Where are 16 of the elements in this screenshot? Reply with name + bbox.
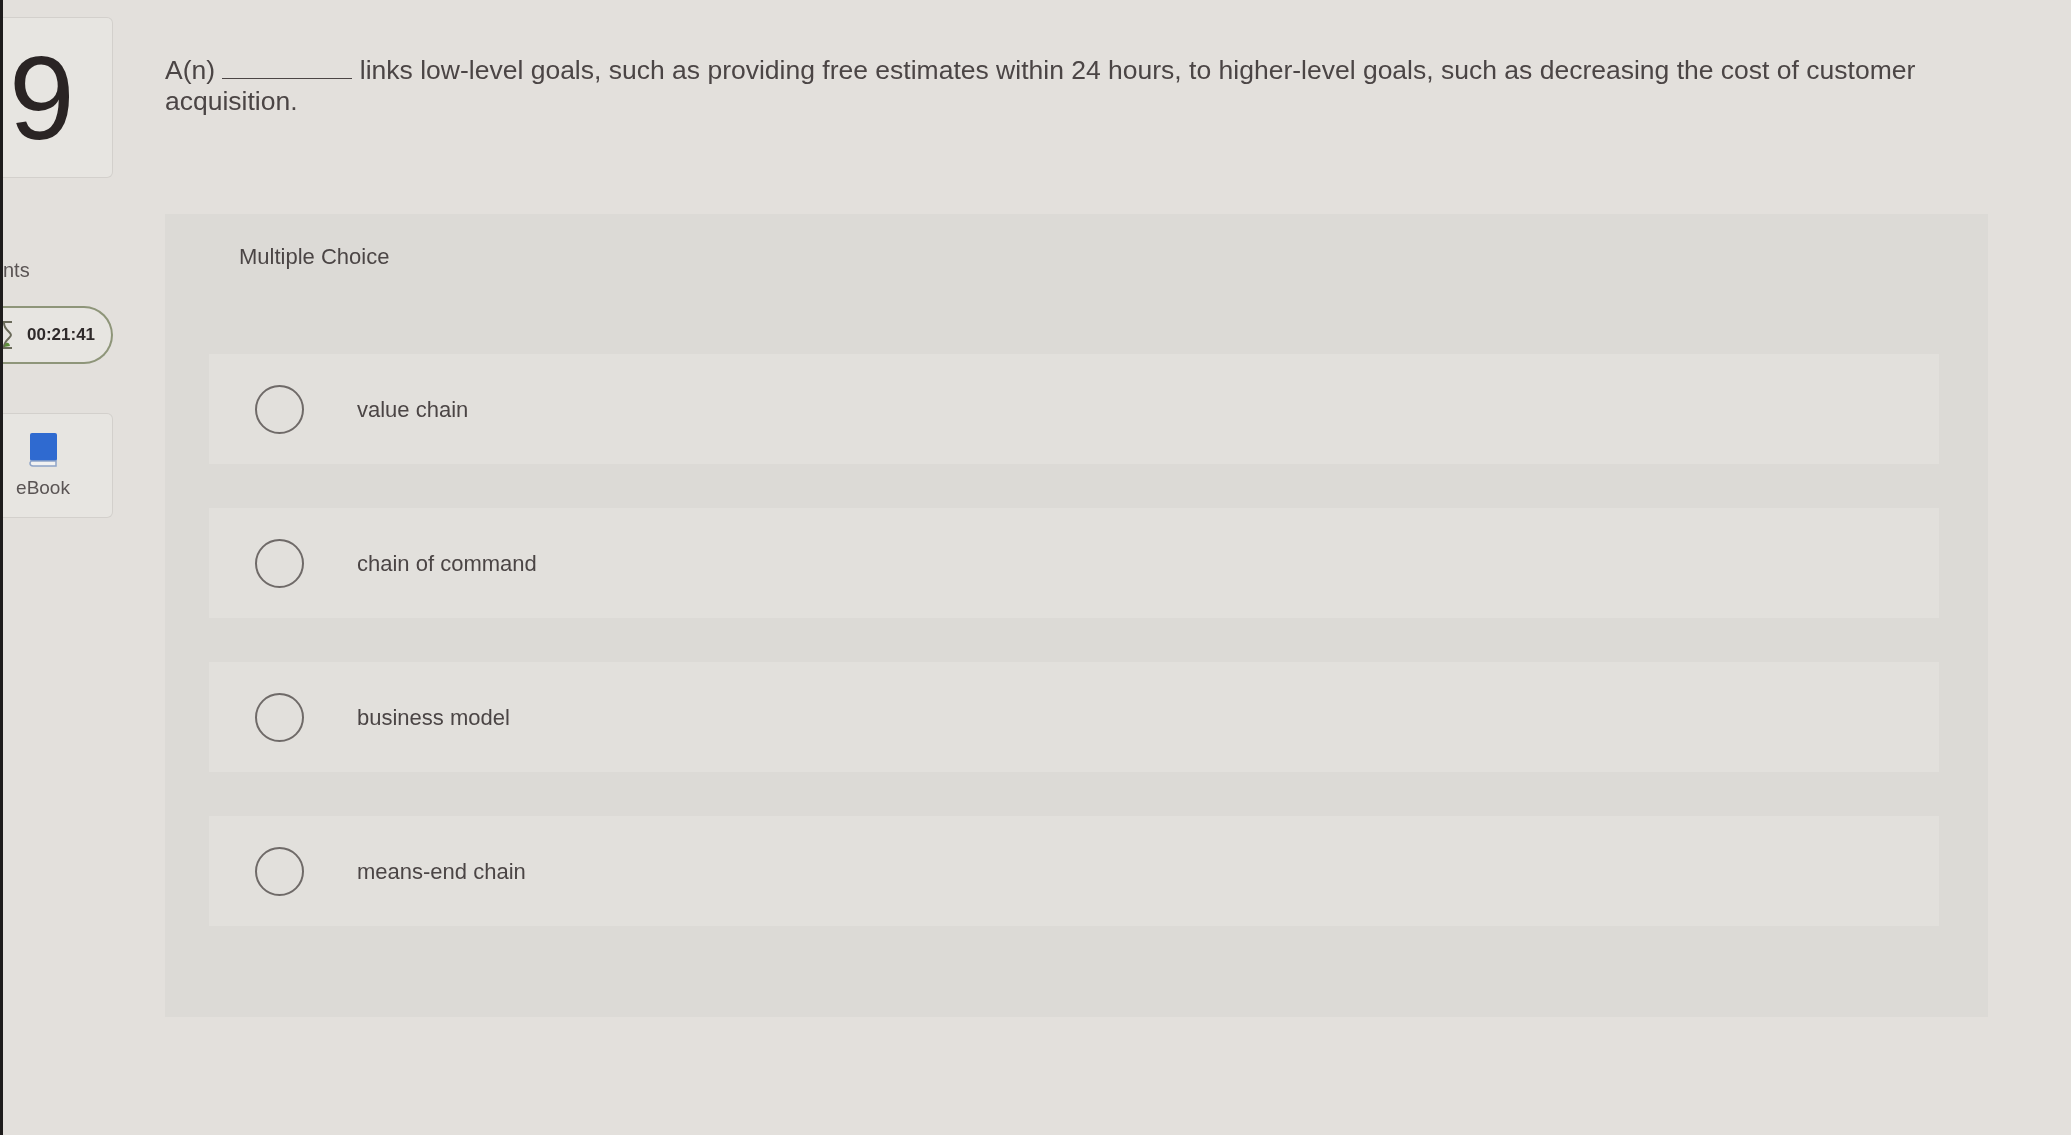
radio-button[interactable] [255, 384, 304, 434]
hourglass-icon [3, 320, 13, 350]
question-text: A(n) links low-level goals, such as providing free estimates within 24 hours, to higher-level goals, such as decreasing the cost of customer acquisition. [165, 55, 1917, 117]
radio-button[interactable] [255, 538, 304, 588]
radio-button[interactable] [255, 692, 304, 742]
timer-button[interactable]: 00:21:41 [3, 306, 113, 364]
answer-option[interactable]: chain of command [209, 508, 1939, 618]
answer-option[interactable]: means-end chain [209, 816, 1939, 926]
question-type-label: Multiple Choice [239, 243, 390, 271]
answer-option[interactable]: value chain [209, 354, 1939, 464]
question-number: 9 [9, 38, 75, 157]
ebook-button[interactable]: eBook [3, 413, 113, 518]
book-icon [28, 432, 58, 467]
radio-button[interactable] [255, 846, 304, 896]
answer-option[interactable]: business model [209, 662, 1939, 772]
points-label: nts [3, 258, 30, 282]
